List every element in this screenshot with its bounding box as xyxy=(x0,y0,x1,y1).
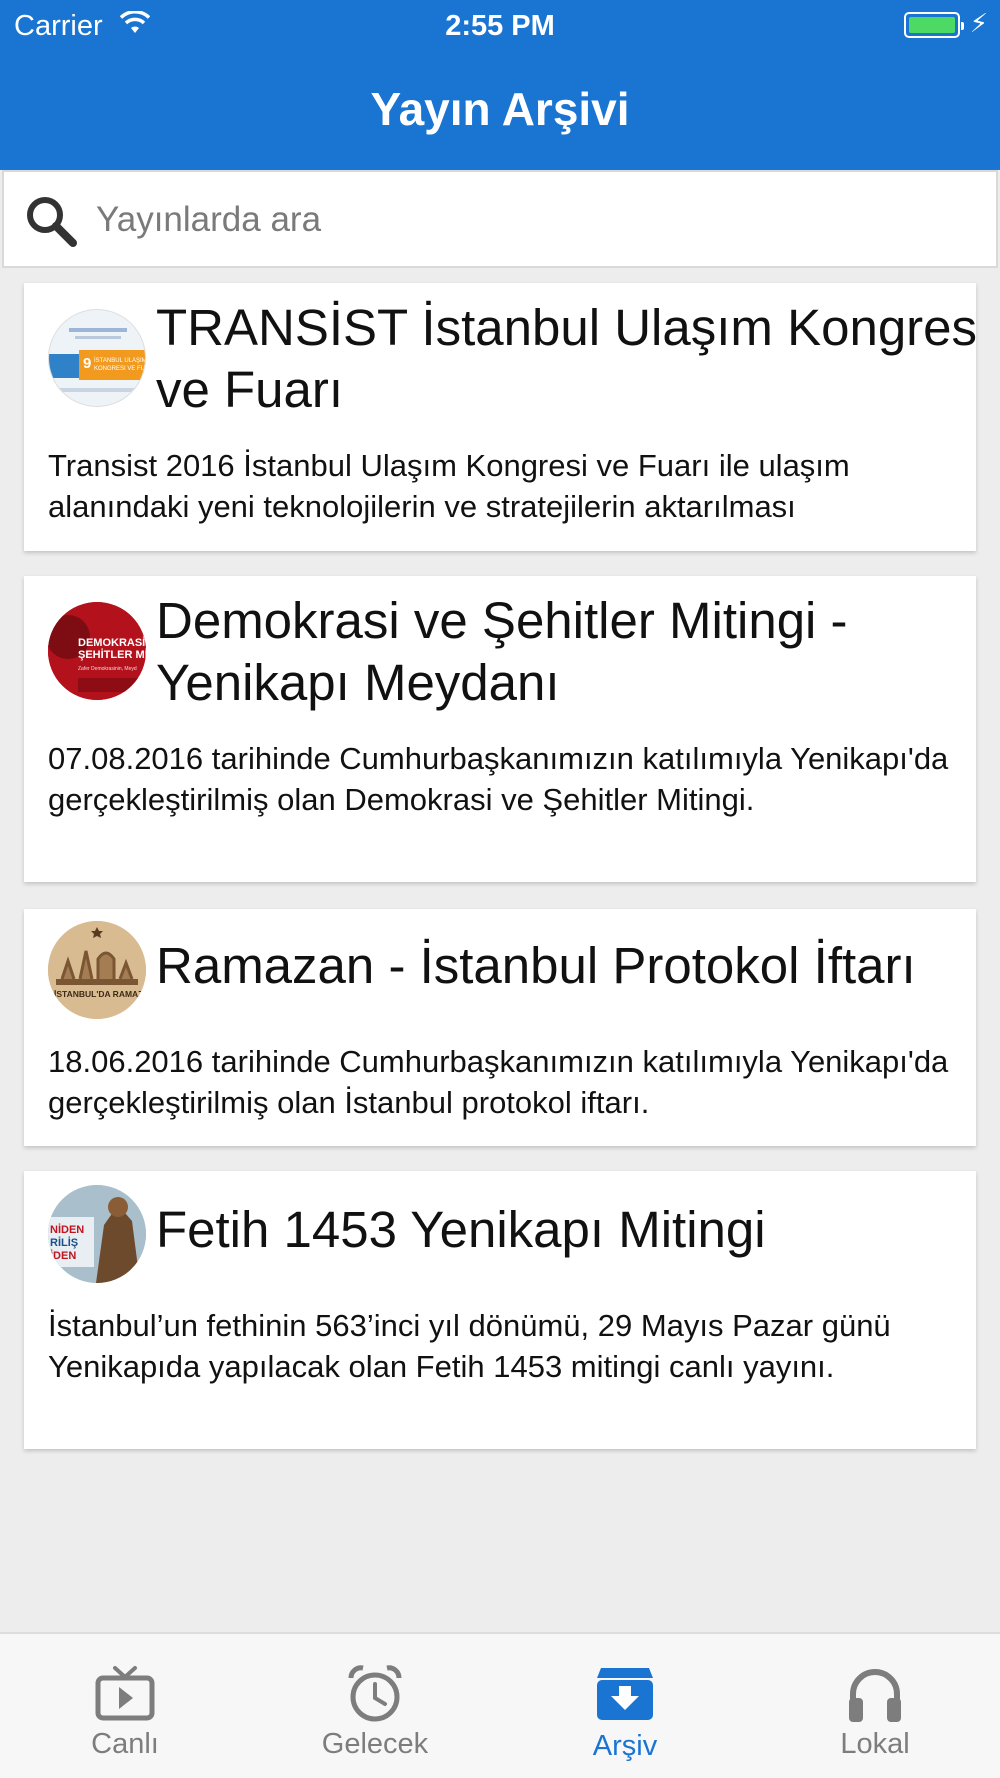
svg-text:ŞEHİTLER Mİ: ŞEHİTLER Mİ xyxy=(78,648,146,661)
tab-label: Gelecek xyxy=(321,1728,429,1760)
item-description: Transist 2016 İstanbul Ulaşım Kongresi v… xyxy=(48,448,850,524)
search-bar xyxy=(2,170,998,268)
svg-text:9: 9 xyxy=(83,355,91,372)
item-thumbnail: İSTANBUL'DA RAMAZAN xyxy=(48,921,146,1019)
tab-bar: Canlı Gelecek Arşiv Lokal xyxy=(0,1632,1000,1778)
alarm-clock-icon xyxy=(348,1665,402,1722)
tab-label: Canlı xyxy=(91,1728,159,1760)
nav-header: Carrier 2:55 PM ⚡ Yayın Arşivi xyxy=(0,0,1000,170)
item-thumbnail: DEMOKRASİ ŞEHİTLER Mİ Zafer Demokrasinin… xyxy=(48,602,146,700)
tv-icon xyxy=(95,1666,155,1721)
tab-canli[interactable]: Canlı xyxy=(0,1634,250,1778)
svg-text:KONGRESI VE FUARI: KONGRESI VE FUARI xyxy=(94,366,146,372)
search-input[interactable] xyxy=(96,192,976,248)
headphones-icon xyxy=(849,1669,901,1722)
tab-label: Lokal xyxy=(840,1728,910,1760)
tab-lokal[interactable]: Lokal xyxy=(750,1634,1000,1778)
archive-icon xyxy=(597,1668,653,1720)
item-title: TRANSİST İstanbul Ulaşım Kongresi ve Fua… xyxy=(156,299,976,418)
list-item[interactable]: İSTANBUL'DA RAMAZAN Ramazan - İstanbul P… xyxy=(24,909,976,1146)
battery-icon xyxy=(904,12,964,38)
tab-label: Arşiv xyxy=(592,1730,658,1762)
tab-arsiv[interactable]: Arşiv xyxy=(500,1634,750,1778)
page-title: Yayın Arşivi xyxy=(370,83,630,135)
list-item[interactable]: DEMOKRASİ ŞEHİTLER Mİ Zafer Demokrasinin… xyxy=(24,576,976,882)
svg-text:DEMOKRASİ: DEMOKRASİ xyxy=(78,636,145,649)
thumb-text: İSTANBUL ULAŞIM xyxy=(94,357,146,364)
svg-text:Zafer Demokrasinin, Meyd: Zafer Demokrasinin, Meyd xyxy=(78,666,137,672)
item-title: Fetih 1453 Yenikapı Mitingi xyxy=(156,1201,766,1258)
tab-gelecek[interactable]: Gelecek xyxy=(250,1634,500,1778)
svg-text:İDEN: İDEN xyxy=(50,1249,76,1262)
list-item[interactable]: 9 İSTANBUL ULAŞIM KONGRESI VE FUARI TRAN… xyxy=(24,283,976,551)
item-description: İstanbul’un fethinin 563’inci yıl dönümü… xyxy=(48,1308,891,1384)
list-item[interactable]: NİDEN RİLİŞ İDEN Fetih 1453 Yenikapı Mit… xyxy=(24,1171,976,1449)
item-title: Ramazan - İstanbul Protokol İftarı xyxy=(156,937,916,994)
item-thumbnail: 9 İSTANBUL ULAŞIM KONGRESI VE FUARI xyxy=(48,309,146,407)
item-thumbnail: NİDEN RİLİŞ İDEN xyxy=(48,1185,146,1283)
search-icon xyxy=(27,197,77,247)
svg-text:NİDEN: NİDEN xyxy=(50,1223,84,1236)
item-description: 18.06.2016 tarihinde Cumhurbaşkanımızın … xyxy=(48,1044,949,1120)
item-title: Demokrasi ve Şehitler Mitingi - Yenikapı… xyxy=(156,592,848,711)
clock-time: 2:55 PM xyxy=(445,10,555,42)
svg-text:İSTANBUL'DA RAMAZAN: İSTANBUL'DA RAMAZAN xyxy=(54,989,146,999)
svg-text:RİLİŞ: RİLİŞ xyxy=(50,1236,78,1249)
charging-bolt-icon: ⚡ xyxy=(969,8,988,38)
status-bar: Carrier 2:55 PM ⚡ xyxy=(0,0,1000,50)
item-description: 07.08.2016 tarihinde Cumhurbaşkanımızın … xyxy=(48,741,949,817)
